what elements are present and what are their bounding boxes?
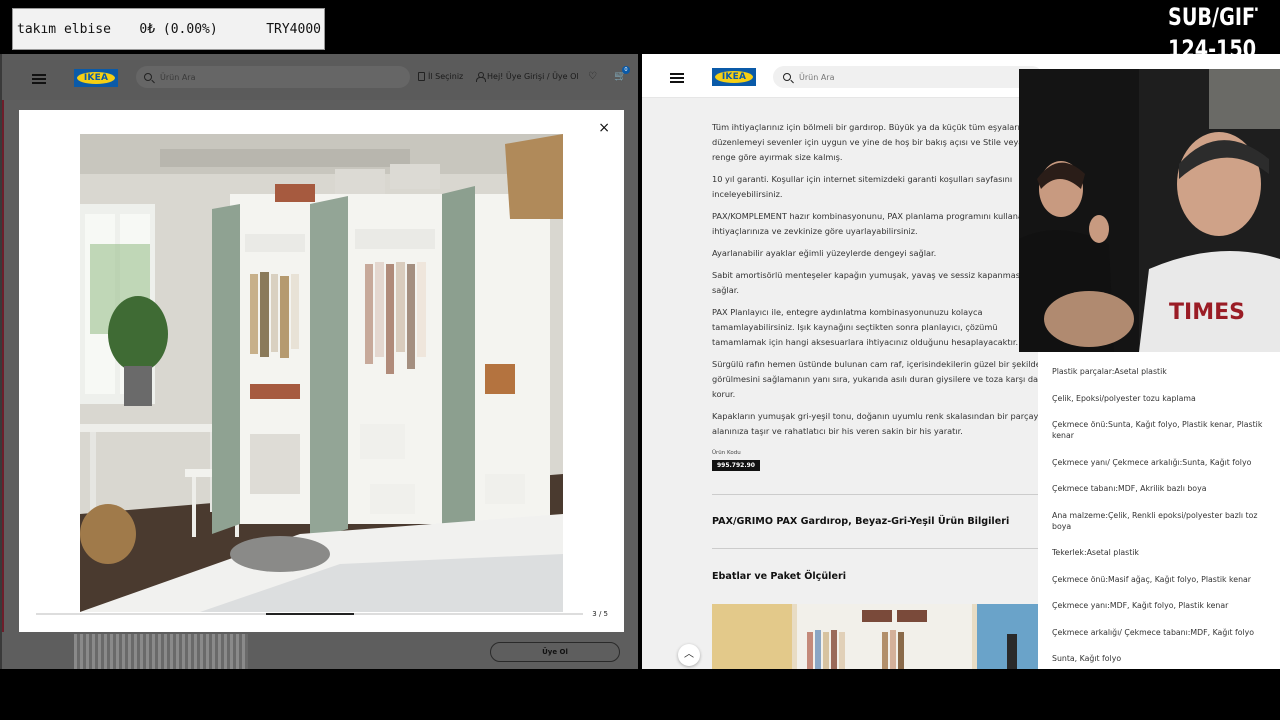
- product-code-badge: 995.792.90: [712, 460, 760, 471]
- description-paragraph: PAX/KOMPLEMENT hazır kombinasyonunu, PAX…: [712, 211, 1037, 236]
- product-info-section-toggle[interactable]: PAX/GRIMO PAX Gardırop, Beyaz-Gri-Yeşil …: [712, 516, 1009, 527]
- description-paragraph: Sürgülü rafın hemen üstünde bulunan cam …: [712, 359, 1041, 399]
- dimensions-section-toggle[interactable]: Ebatlar ve Paket Ölçüleri: [712, 571, 846, 582]
- material-item: Çekmece önü:Masif ağaç, Kağıt folyo, Pla…: [1052, 574, 1252, 584]
- description-paragraph: Tüm ihtiyaçlarınız için bölmeli bir gard…: [712, 122, 1028, 162]
- left-browser-panel: IKEA Ürün Ara İl Seçiniz Hej! Üye Girişi…: [0, 54, 638, 669]
- ikea-logo-text: IKEA: [77, 72, 115, 84]
- bid-overlay: takım elbise 0₺ (0.00%) TRY4000: [12, 8, 325, 50]
- store-icon: [418, 72, 425, 81]
- store-selector-link[interactable]: İl Seçiniz: [418, 72, 463, 81]
- bid-item: takım elbise: [17, 21, 111, 37]
- webcam-feed-illustration: TIMES: [1019, 69, 1280, 352]
- signup-button[interactable]: Üye Ol: [490, 642, 620, 662]
- hamburger-menu-icon[interactable]: [32, 74, 46, 84]
- close-icon[interactable]: ×: [598, 120, 610, 136]
- subgift-overlay: SUB/GIFT 124-150: [1168, 2, 1258, 54]
- subgift-title: SUB/GIFT: [1168, 3, 1258, 31]
- description-paragraph: Sabit amortisörlü menteşeler kapağın yum…: [712, 270, 1030, 295]
- login-link[interactable]: Hej! Üye Girişi / Üye Ol: [476, 72, 579, 82]
- search-input[interactable]: Ürün Ara: [136, 66, 410, 88]
- description-paragraph: PAX Planlayıcı ile, entegre aydınlatma k…: [712, 307, 1019, 347]
- section-divider: [712, 548, 1042, 549]
- image-gallery-modal: × 3 / 5: [19, 110, 624, 632]
- material-item: Çekmece yanı:MDF, Kağıt folyo, Plastik k…: [1052, 601, 1229, 610]
- search-input[interactable]: Ürün Ara: [773, 66, 1043, 88]
- stream-bottom-bar: [0, 669, 1280, 720]
- favorites-heart-icon[interactable]: ♡: [588, 71, 597, 82]
- material-item: Plastik parçalar:Asetal plastik: [1052, 367, 1167, 376]
- material-item: Sunta, Kağıt folyo: [1052, 654, 1122, 663]
- bid-amount: TRY4000: [266, 21, 321, 37]
- material-item: Çekmece tabanı:MDF, Akrilik bazlı boya: [1052, 484, 1207, 493]
- left-site-header: IKEA Ürün Ara İl Seçiniz Hej! Üye Girişi…: [2, 54, 638, 100]
- carousel-progress-thumb[interactable]: [266, 613, 354, 615]
- ikea-logo-text: IKEA: [715, 71, 753, 83]
- user-icon: [476, 72, 486, 82]
- material-item: Ana malzeme:Çelik, Renkli epoksi/polyest…: [1052, 510, 1258, 531]
- login-label: Hej! Üye Girişi / Üye Ol: [487, 72, 579, 81]
- product-photo: [80, 134, 563, 612]
- webcam-overlay: TIMES: [1019, 69, 1280, 352]
- wardrobe-thumbnail-illustration: [712, 604, 1042, 669]
- cart-count-badge: 0: [622, 66, 630, 74]
- wardrobe-photo-illustration: [80, 134, 563, 612]
- scroll-to-top-button[interactable]: ︿: [678, 644, 700, 666]
- search-placeholder: Ürün Ara: [799, 72, 835, 82]
- material-item: Çelik, Epoksi/polyester tozu kaplama: [1052, 393, 1196, 403]
- material-item: Çekmece arkalığı/ Çekmece tabanı:MDF, Ka…: [1052, 627, 1255, 637]
- description-paragraph: Kapakların yumuşak gri-yeşil tonu, doğan…: [712, 411, 1041, 436]
- search-icon: [783, 73, 791, 81]
- product-code-label: Ürün Kodu: [712, 450, 741, 456]
- slide-counter: 3 / 5: [592, 610, 608, 618]
- carousel-progress-track[interactable]: [36, 613, 583, 615]
- store-selector-label: İl Seçiniz: [428, 72, 464, 81]
- description-paragraph: Ayarlanabilir ayaklar eğimli yüzeylerde …: [712, 248, 937, 258]
- product-description: Tüm ihtiyaçlarınız için bölmeli bir gard…: [712, 120, 1042, 446]
- ikea-logo[interactable]: IKEA: [74, 69, 118, 87]
- subgift-range: 124-150: [1168, 35, 1257, 54]
- materials-list: Plastik parçalar:Asetal plastik Çelik, E…: [1038, 350, 1280, 669]
- material-item: Tekerlek:Asetal plastik: [1052, 548, 1139, 557]
- panel-edge: [2, 54, 4, 669]
- hamburger-menu-icon[interactable]: [670, 73, 684, 83]
- material-item: Çekmece yanı/ Çekmece arkalığı:Sunta, Ka…: [1052, 457, 1252, 467]
- product-gallery-thumbnail[interactable]: [712, 604, 1042, 669]
- ikea-logo[interactable]: IKEA: [712, 68, 756, 86]
- material-item: Çekmece önü:Sunta, Kağıt folyo, Plastik …: [1052, 420, 1263, 440]
- background-product-image: [74, 634, 248, 669]
- section-divider: [712, 494, 1042, 495]
- search-icon: [144, 73, 152, 81]
- search-placeholder: Ürün Ara: [160, 72, 196, 82]
- description-paragraph: 10 yıl garanti. Koşullar için internet s…: [712, 174, 1013, 199]
- bid-change: 0₺ (0.00%): [139, 21, 218, 37]
- svg-text:TIMES: TIMES: [1169, 300, 1245, 325]
